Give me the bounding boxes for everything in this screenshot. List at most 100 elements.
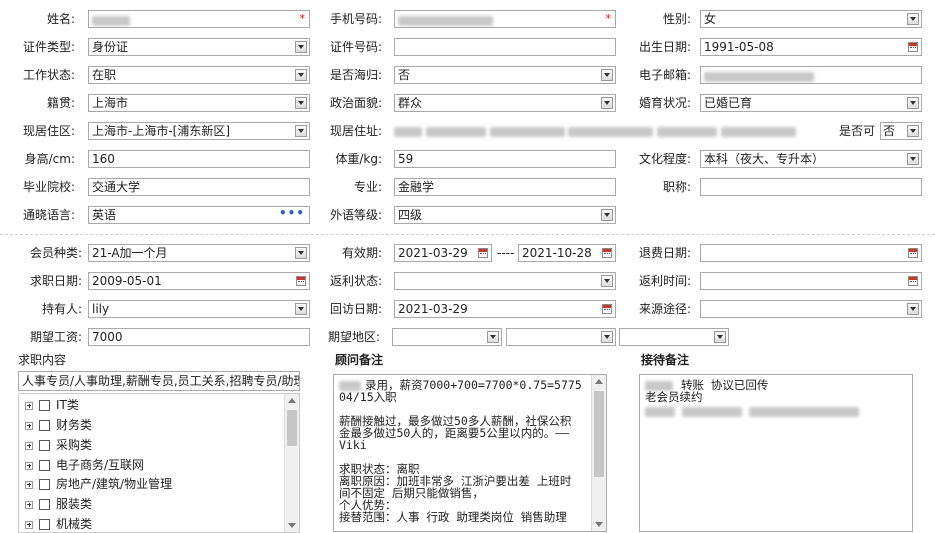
tree-item-purchase[interactable]: 采购类 <box>25 435 92 455</box>
expand-icon[interactable] <box>25 520 33 529</box>
language-field[interactable]: 英语 ••• <box>88 206 310 224</box>
scroll-up-icon[interactable] <box>595 379 603 384</box>
education-select[interactable]: 本科（夜大、专升本） <box>700 150 922 168</box>
expand-icon[interactable] <box>25 480 33 489</box>
job-date-field[interactable]: 2009-05-01 <box>88 272 310 290</box>
visit-date-field[interactable]: 2021-03-29 <box>394 300 616 318</box>
more-icon[interactable]: ••• <box>279 207 305 221</box>
calendar-icon[interactable] <box>602 304 612 314</box>
checkbox[interactable] <box>39 479 50 490</box>
name-field[interactable]: * <box>88 10 310 28</box>
validity-end-field[interactable]: 2021-10-28 <box>518 244 616 262</box>
birth-label: 出生日期: <box>638 40 691 54</box>
job-content-field[interactable]: 人事专员/人事助理,薪酬专员,员工关系,招聘专员/助理 <box>18 371 300 391</box>
gender-select[interactable]: 女 <box>700 10 922 28</box>
expand-icon[interactable] <box>25 500 33 509</box>
chevron-down-icon[interactable] <box>907 97 919 109</box>
calendar-icon[interactable] <box>908 248 918 258</box>
calendar-icon[interactable] <box>296 276 306 286</box>
foreign-level-select[interactable]: 四级 <box>394 206 616 224</box>
chevron-down-icon[interactable] <box>601 209 613 221</box>
chevron-down-icon[interactable] <box>907 303 919 315</box>
job-date-label: 求职日期: <box>29 274 82 288</box>
checkbox[interactable] <box>39 499 50 510</box>
chevron-down-icon[interactable] <box>295 41 307 53</box>
political-select[interactable]: 群众 <box>394 94 616 112</box>
tree-item-finance[interactable]: 财务类 <box>25 415 92 435</box>
id-no-field[interactable] <box>394 38 616 56</box>
height-field[interactable]: 160 <box>88 150 310 168</box>
school-field[interactable]: 交通大学 <box>88 178 310 196</box>
area-province-select[interactable] <box>392 328 502 346</box>
chevron-down-icon[interactable] <box>295 97 307 109</box>
mobile-field[interactable]: * <box>394 10 616 28</box>
weight-field[interactable]: 59 <box>394 150 616 168</box>
chevron-down-icon[interactable] <box>714 331 726 343</box>
chevron-down-icon[interactable] <box>907 153 919 165</box>
birth-date-field[interactable]: 1991-05-08 <box>700 38 922 56</box>
work-status-select[interactable]: 在职 <box>88 66 310 84</box>
refund-date-field[interactable] <box>700 244 922 262</box>
holder-select[interactable]: lily <box>88 300 310 318</box>
tree-item-apparel[interactable]: 服装类 <box>25 494 92 514</box>
salary-label: 期望工资: <box>29 330 82 344</box>
scroll-thumb[interactable] <box>594 391 604 477</box>
chevron-down-icon[interactable] <box>601 275 613 287</box>
tree-item-it[interactable]: IT类 <box>25 395 79 415</box>
tree-item-ecommerce[interactable]: 电子商务/互联网 <box>25 455 144 475</box>
tree-scrollbar[interactable] <box>284 394 299 532</box>
calendar-icon[interactable] <box>478 248 488 258</box>
id-type-select[interactable]: 身份证 <box>88 38 310 56</box>
rebate-status-select[interactable] <box>394 272 616 290</box>
validity-separator: ---- <box>497 246 515 260</box>
reception-notes-textarea[interactable]: 转账 协议已回传 老会员续约 <box>639 374 913 532</box>
chevron-down-icon[interactable] <box>487 331 499 343</box>
validity-start-field[interactable]: 2021-03-29 <box>394 244 492 262</box>
calendar-icon[interactable] <box>908 276 918 286</box>
salary-field[interactable]: 7000 <box>88 328 310 346</box>
chevron-down-icon[interactable] <box>601 331 613 343</box>
source-select[interactable] <box>700 300 922 318</box>
chevron-down-icon[interactable] <box>907 125 919 137</box>
tree-item-realestate[interactable]: 房地产/建筑/物业管理 <box>25 474 172 494</box>
checkbox[interactable] <box>39 420 50 431</box>
notes-scrollbar[interactable] <box>591 375 606 531</box>
scroll-down-icon[interactable] <box>288 523 296 528</box>
marital-select[interactable]: 已婚已育 <box>700 94 922 112</box>
origin-select[interactable]: 上海市 <box>88 94 310 112</box>
expand-icon[interactable] <box>25 461 33 470</box>
residence-area-select[interactable]: 上海市-上海市-[浦东新区] <box>88 122 310 140</box>
chevron-down-icon[interactable] <box>295 247 307 259</box>
calendar-icon[interactable] <box>908 42 918 52</box>
tree-item-machinery[interactable]: 机械类 <box>25 514 92 532</box>
expand-icon[interactable] <box>25 421 33 430</box>
scroll-down-icon[interactable] <box>595 522 603 527</box>
consultant-notes-textarea[interactable]: 录用，薪资7000+700=7700*0.75=5775 04/15入职 薪酬接… <box>333 374 607 532</box>
chevron-down-icon[interactable] <box>295 69 307 81</box>
checkbox[interactable] <box>39 519 50 530</box>
checkbox[interactable] <box>39 460 50 471</box>
area-district-select[interactable] <box>619 328 729 346</box>
chevron-down-icon[interactable] <box>295 125 307 137</box>
title-field[interactable] <box>700 178 922 196</box>
job-category-tree[interactable]: IT类 财务类 采购类 电子商务/互联网 房地产/建筑/物业管理 服装类 机械类 <box>18 393 300 533</box>
chevron-down-icon[interactable] <box>601 97 613 109</box>
chevron-down-icon[interactable] <box>601 69 613 81</box>
scroll-thumb[interactable] <box>287 410 297 446</box>
chevron-down-icon[interactable] <box>907 13 919 25</box>
rebate-time-field[interactable] <box>700 272 922 290</box>
expand-icon[interactable] <box>25 401 33 410</box>
area-city-select[interactable] <box>506 328 616 346</box>
member-type-select[interactable]: 21-A加一个月 <box>88 244 310 262</box>
address-field[interactable] <box>394 122 826 140</box>
returnee-select[interactable]: 否 <box>394 66 616 84</box>
checkbox[interactable] <box>39 400 50 411</box>
checkbox[interactable] <box>39 440 50 451</box>
email-field[interactable] <box>700 66 922 84</box>
major-field[interactable]: 金融学 <box>394 178 616 196</box>
scroll-up-icon[interactable] <box>288 398 296 403</box>
chevron-down-icon[interactable] <box>295 303 307 315</box>
calendar-icon[interactable] <box>602 248 612 258</box>
contactable-select[interactable]: 否 <box>880 122 922 140</box>
expand-icon[interactable] <box>25 441 33 450</box>
